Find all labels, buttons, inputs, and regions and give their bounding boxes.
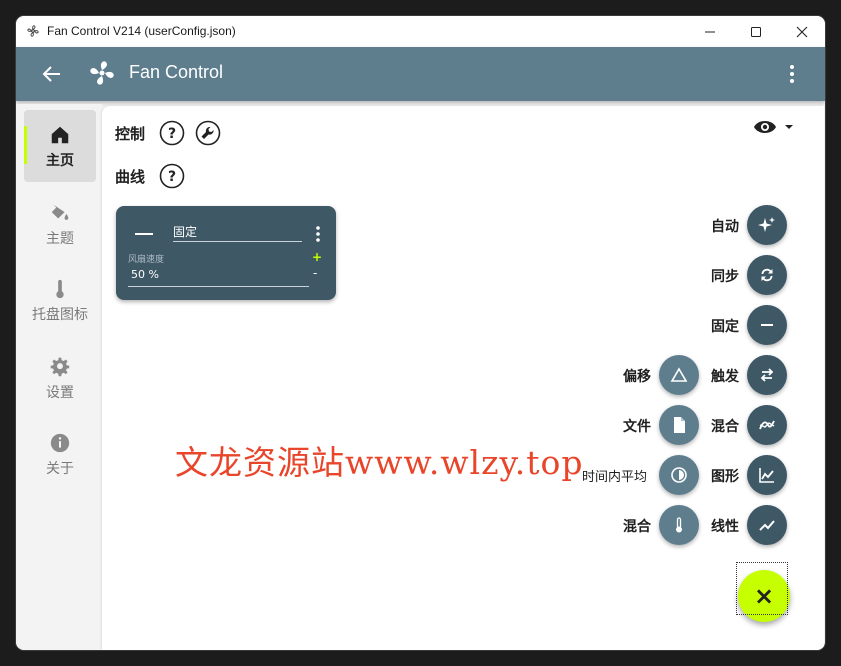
sparkle-icon	[758, 217, 775, 232]
add-mix-sensor-button[interactable]	[659, 505, 699, 545]
fab-label-fixed: 固定	[711, 319, 739, 335]
minimize-icon	[705, 31, 715, 32]
graph-icon	[759, 468, 774, 483]
paint-bucket-icon	[51, 204, 69, 220]
home-icon	[51, 126, 69, 144]
sidebar-item-home[interactable]: 主页	[24, 110, 96, 182]
linear-icon	[759, 520, 775, 531]
sidebar-item-label: 设置	[46, 385, 74, 401]
swap-icon	[760, 368, 774, 382]
fab-label-trigger: 触发	[711, 369, 739, 385]
sidebar-item-label: 关于	[46, 461, 74, 477]
fab-label-mix-sensor: 混合	[623, 519, 651, 535]
eye-icon	[754, 121, 776, 133]
fab-label-linear: 线性	[711, 519, 739, 535]
sidebar-item-label: 主页	[46, 153, 74, 169]
minimize-button[interactable]	[687, 16, 733, 47]
fab-label-mix: 混合	[711, 419, 739, 435]
thermometer-icon	[676, 517, 682, 533]
add-trigger-button[interactable]	[747, 355, 787, 395]
visibility-dropdown[interactable]	[753, 118, 795, 136]
sync-icon	[761, 268, 773, 282]
minus-icon	[761, 324, 773, 326]
maximize-icon	[751, 26, 761, 37]
more-vert-icon[interactable]	[315, 225, 321, 243]
sidebar-item-label: 托盘图标	[32, 307, 88, 323]
app-bar: Fan Control	[16, 47, 825, 101]
curves-label: 曲线	[115, 167, 146, 186]
clock-icon	[671, 467, 687, 483]
add-offset-button[interactable]	[659, 355, 699, 395]
add-fixed-button[interactable]	[747, 305, 787, 345]
controls-header: 控制 ?	[115, 120, 221, 146]
add-sync-button[interactable]	[747, 255, 787, 295]
svg-text:?: ?	[168, 126, 176, 142]
fab-label-sync: 同步	[711, 269, 739, 285]
main-content: 控制 ? 曲线 ? 固定 风扇速度 50 % + - 自动 同步 固定 触发 混…	[102, 106, 824, 650]
fab-label-auto: 自动	[711, 219, 739, 235]
help-icon[interactable]: ?	[159, 163, 185, 189]
more-vert-icon[interactable]	[780, 62, 804, 86]
fab-label-time-average: 时间内平均	[582, 470, 648, 485]
focus-ring	[736, 562, 788, 615]
sidebar-item-tray-icon[interactable]: 托盘图标	[24, 264, 96, 336]
info-icon	[50, 433, 70, 453]
maximize-button[interactable]	[733, 16, 779, 47]
sidebar: 主页 主题 托盘图标 设置 关于	[16, 104, 102, 650]
add-file-button[interactable]	[659, 405, 699, 445]
fab-label-offset: 偏移	[623, 369, 651, 385]
svg-text:?: ?	[168, 169, 176, 185]
add-linear-button[interactable]	[747, 505, 787, 545]
watermark: 文龙资源站www.wlzy.top	[175, 443, 584, 482]
controls-label: 控制	[115, 124, 146, 143]
fan-logo-icon	[90, 61, 114, 85]
curve-name-input[interactable]: 固定	[173, 223, 302, 242]
app-window: Fan Control V214 (userConfig.json) Fan C…	[16, 16, 825, 650]
collapse-minus-icon[interactable]	[135, 233, 153, 235]
close-window-button[interactable]	[779, 16, 825, 47]
mix-curve-icon	[759, 420, 775, 430]
increase-button[interactable]: +	[312, 250, 322, 264]
add-auto-button[interactable]	[747, 205, 787, 245]
close-icon	[796, 26, 808, 37]
decrease-button[interactable]: -	[313, 266, 317, 280]
fan-speed-label: 风扇速度	[128, 255, 165, 265]
add-graph-button[interactable]	[747, 455, 787, 495]
app-title: Fan Control	[129, 62, 224, 82]
file-icon	[674, 417, 685, 433]
triangle-icon	[670, 367, 688, 382]
curve-card[interactable]: 固定 风扇速度 50 % + -	[116, 206, 336, 300]
help-icon[interactable]: ?	[159, 120, 185, 146]
title-bar[interactable]: Fan Control V214 (userConfig.json)	[16, 16, 825, 47]
back-arrow-icon[interactable]	[40, 62, 64, 86]
sidebar-item-settings[interactable]: 设置	[24, 342, 96, 414]
wrench-icon[interactable]	[195, 120, 221, 146]
caret-down-icon	[785, 125, 793, 129]
gear-icon	[50, 357, 70, 377]
add-time-average-button[interactable]	[659, 455, 699, 495]
fab-label-file: 文件	[623, 419, 651, 435]
sidebar-item-theme[interactable]: 主题	[24, 188, 96, 260]
fan-app-icon	[27, 25, 39, 37]
sidebar-item-label: 主题	[46, 231, 74, 247]
fab-label-graph: 图形	[711, 469, 739, 485]
fan-speed-input[interactable]: 50 %	[128, 268, 309, 287]
sidebar-item-about[interactable]: 关于	[24, 418, 96, 490]
add-mix-button[interactable]	[747, 405, 787, 445]
curves-header: 曲线 ?	[115, 163, 185, 189]
window-title: Fan Control V214 (userConfig.json)	[47, 24, 236, 38]
thermometer-icon	[56, 279, 64, 299]
